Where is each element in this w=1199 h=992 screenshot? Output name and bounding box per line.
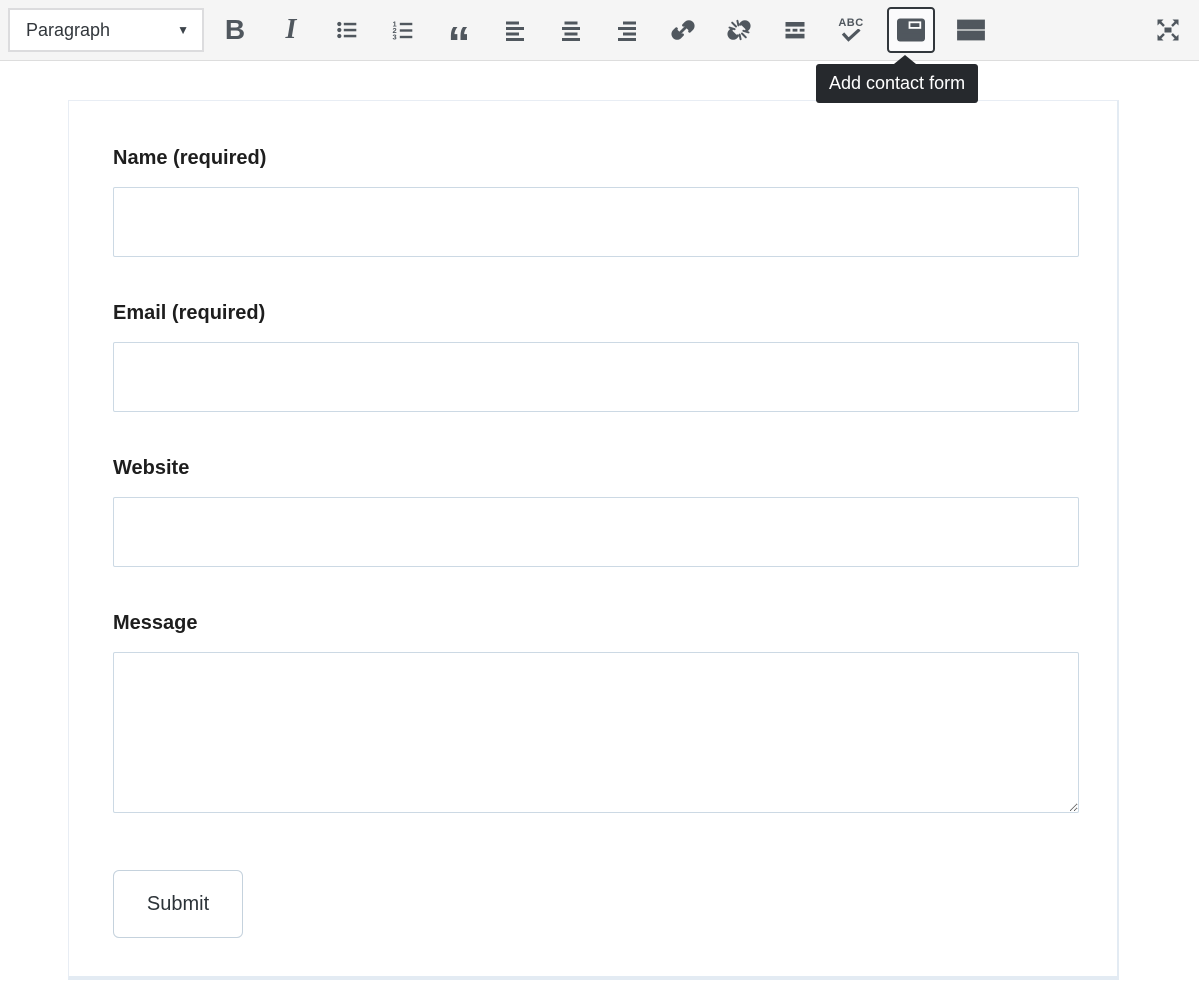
editor-canvas[interactable]: Name (required) Email (required) Website… [68,100,1119,980]
spellcheck-icon: ABC [838,18,863,42]
tooltip-text: Add contact form [829,73,965,93]
contact-form-icon [896,16,926,44]
keyboard-icon [956,17,986,43]
email-field-label: Email (required) [113,302,265,325]
align-right-button[interactable] [607,9,647,51]
tooltip: Add contact form [816,64,978,103]
numbered-list-icon: 1 2 3 [391,18,415,42]
align-left-icon [503,18,527,42]
caret-down-icon: ▼ [177,23,189,37]
align-center-icon [559,18,583,42]
website-input[interactable] [113,497,1079,567]
unlink-button[interactable] [719,9,759,51]
read-more-button[interactable] [775,9,815,51]
website-field-label: Website [113,457,189,480]
check-icon [839,29,863,42]
align-left-button[interactable] [495,9,535,51]
editor-toolbar: Paragraph ▼ B I 1 2 3 [0,0,1199,61]
name-field-label: Name (required) [113,147,266,170]
align-center-button[interactable] [551,9,591,51]
bold-button[interactable]: B [215,9,255,51]
spellcheck-button[interactable]: ABC [831,9,871,51]
blockquote-button[interactable]: “ [439,9,479,51]
align-right-icon [615,18,639,42]
format-select-value: Paragraph [26,20,110,41]
read-more-icon [783,18,807,42]
name-input[interactable] [113,187,1079,257]
toolbar-toggle-button[interactable] [951,9,991,51]
italic-icon: I [286,16,297,44]
toolbar-buttons: B I 1 2 3 “ [215,7,991,53]
tooltip-arrow-icon [894,55,916,64]
message-field-label: Message [113,612,198,635]
submit-button[interactable]: Submit [113,870,243,938]
bold-icon: B [225,16,245,44]
broken-link-icon [726,17,752,43]
bullet-list-icon [335,18,359,42]
insert-link-button[interactable] [663,9,703,51]
svg-text:3: 3 [393,33,397,42]
numbered-list-button[interactable]: 1 2 3 [383,9,423,51]
paragraph-format-select[interactable]: Paragraph ▼ [8,8,204,52]
email-input[interactable] [113,342,1079,412]
add-contact-form-button[interactable] [887,7,935,53]
message-textarea[interactable] [113,652,1079,813]
fullscreen-icon [1154,16,1182,44]
bullet-list-button[interactable] [327,9,367,51]
fullscreen-button[interactable] [1148,9,1188,51]
link-icon [670,17,696,43]
italic-button[interactable]: I [271,9,311,51]
